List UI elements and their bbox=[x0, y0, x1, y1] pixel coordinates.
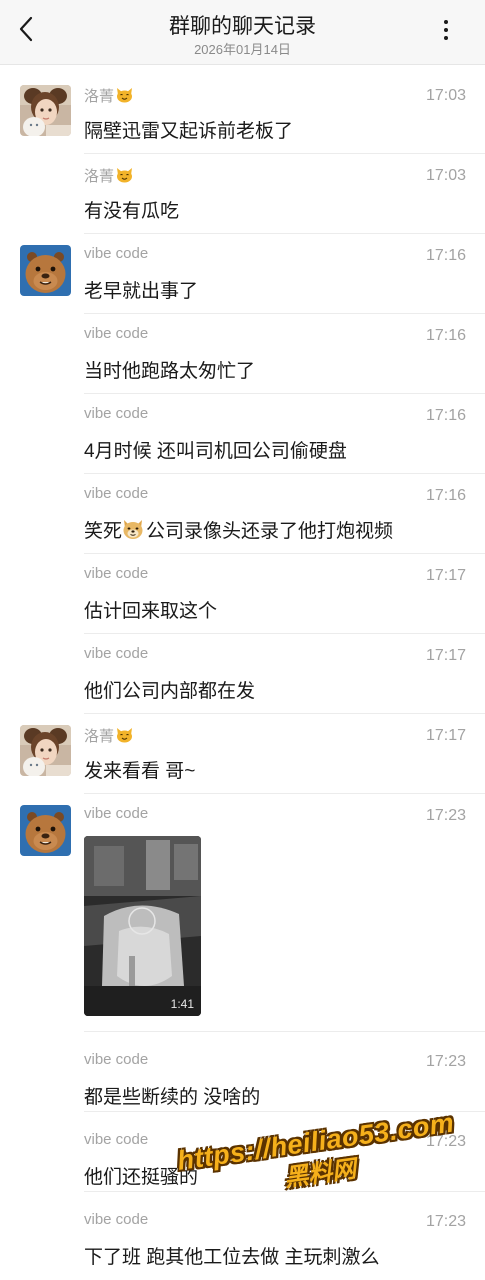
message-item: 洛菁 17:03 隔壁迅雷又起诉前老板了 bbox=[0, 65, 485, 154]
sender-name: 洛菁 bbox=[84, 165, 133, 186]
message-time: 17:23 bbox=[425, 807, 466, 824]
page-title: 群聊的聊天记录 bbox=[169, 15, 316, 38]
message-text: 笑死 公司录像头还录了他打炮视频 bbox=[84, 516, 393, 543]
message-text: 隔壁迅雷又起诉前老板了 bbox=[84, 121, 294, 142]
sender-name: vibe code bbox=[84, 1211, 149, 1228]
sender-name: vibe code bbox=[84, 645, 149, 662]
message-item: vibe code 17:16 老早就出事了 bbox=[0, 225, 485, 314]
message-time: 17:23 bbox=[425, 1053, 466, 1070]
doge-emoji-icon bbox=[123, 520, 143, 539]
video-frame-image bbox=[84, 836, 201, 1016]
message-text: 都是些断续的 没啥的 bbox=[84, 1087, 261, 1108]
message-item: vibe code 17:16 当时他跑路太匆忙了 bbox=[0, 305, 485, 394]
girl-with-cat-avatar-icon bbox=[20, 85, 71, 136]
message-time: 17:16 bbox=[425, 487, 466, 504]
message-time: 17:17 bbox=[425, 567, 466, 584]
sender-name: vibe code bbox=[84, 1131, 149, 1148]
sender-name: vibe code bbox=[84, 405, 149, 422]
sender-name: 洛菁 bbox=[84, 85, 133, 106]
message-time: 17:16 bbox=[425, 407, 466, 424]
message-item: 洛菁 17:03 有没有瓜吃 bbox=[0, 145, 485, 234]
message-time: 17:17 bbox=[425, 647, 466, 664]
message-text: 有没有瓜吃 bbox=[84, 201, 180, 222]
sender-name: 洛菁 bbox=[84, 725, 133, 746]
message-item: 洛菁 17:17 发来看看 哥~ bbox=[0, 705, 485, 794]
page-date: 2026年01月14日 bbox=[194, 42, 291, 57]
message-text: 发来看看 哥~ bbox=[84, 761, 196, 782]
message-item: vibe code 17:23 下了班 跑其他工位去做 主玩刺激么 bbox=[0, 1191, 485, 1280]
message-text: 估计回来取这个 bbox=[84, 601, 218, 622]
avatar-vibe-code[interactable] bbox=[20, 245, 71, 296]
more-vertical-icon bbox=[443, 20, 449, 40]
sender-name: vibe code bbox=[84, 565, 149, 582]
capybara-avatar-icon bbox=[20, 245, 71, 296]
sender-name: vibe code bbox=[84, 805, 149, 822]
sender-name: vibe code bbox=[84, 245, 149, 262]
message-item: vibe code 17:16 笑死 公司录像头还录了他打炮视频 bbox=[0, 465, 485, 554]
chat-history-header: 群聊的聊天记录 2026年01月14日 bbox=[0, 0, 485, 65]
avatar-luojing[interactable] bbox=[20, 725, 71, 776]
sender-name: vibe code bbox=[84, 325, 149, 342]
message-text: 4月时候 还叫司机回公司偷硬盘 bbox=[84, 441, 347, 462]
message-text: 他们公司内部都在发 bbox=[84, 681, 256, 702]
message-time: 17:03 bbox=[425, 87, 466, 104]
more-button[interactable] bbox=[443, 20, 449, 42]
message-time: 17:23 bbox=[425, 1213, 466, 1230]
cat-face-emoji-icon bbox=[117, 728, 133, 743]
message-item: vibe code 17:17 他们公司内部都在发 bbox=[0, 625, 485, 714]
message-time: 17:23 bbox=[425, 1133, 466, 1150]
message-text: 老早就出事了 bbox=[84, 281, 199, 302]
girl-with-cat-avatar-icon bbox=[20, 725, 71, 776]
message-time: 17:16 bbox=[425, 327, 466, 344]
video-thumbnail[interactable]: 1:41 bbox=[84, 836, 201, 1016]
message-item: vibe code 17:17 估计回来取这个 bbox=[0, 545, 485, 634]
message-item: vibe code 17:23 1:41 bbox=[0, 785, 485, 1032]
message-item: vibe code 17:23 都是些断续的 没啥的 bbox=[0, 1031, 485, 1112]
message-text: 当时他跑路太匆忙了 bbox=[84, 361, 256, 382]
message-text: 下了班 跑其他工位去做 主玩刺激么 bbox=[84, 1247, 380, 1268]
avatar-vibe-code[interactable] bbox=[20, 805, 71, 856]
sender-name: vibe code bbox=[84, 485, 149, 502]
video-duration: 1:41 bbox=[170, 997, 194, 1011]
message-item: vibe code 17:23 他们还挺骚的 bbox=[0, 1111, 485, 1192]
cat-face-emoji-icon bbox=[117, 168, 133, 183]
avatar-luojing[interactable] bbox=[20, 85, 71, 136]
capybara-avatar-icon bbox=[20, 805, 71, 856]
message-time: 17:17 bbox=[425, 727, 466, 744]
message-time: 17:03 bbox=[425, 167, 466, 184]
message-time: 17:16 bbox=[425, 247, 466, 264]
message-item: vibe code 17:16 4月时候 还叫司机回公司偷硬盘 bbox=[0, 385, 485, 474]
message-text: 他们还挺骚的 bbox=[84, 1167, 199, 1188]
cat-face-emoji-icon bbox=[117, 88, 133, 103]
sender-name: vibe code bbox=[84, 1051, 149, 1068]
